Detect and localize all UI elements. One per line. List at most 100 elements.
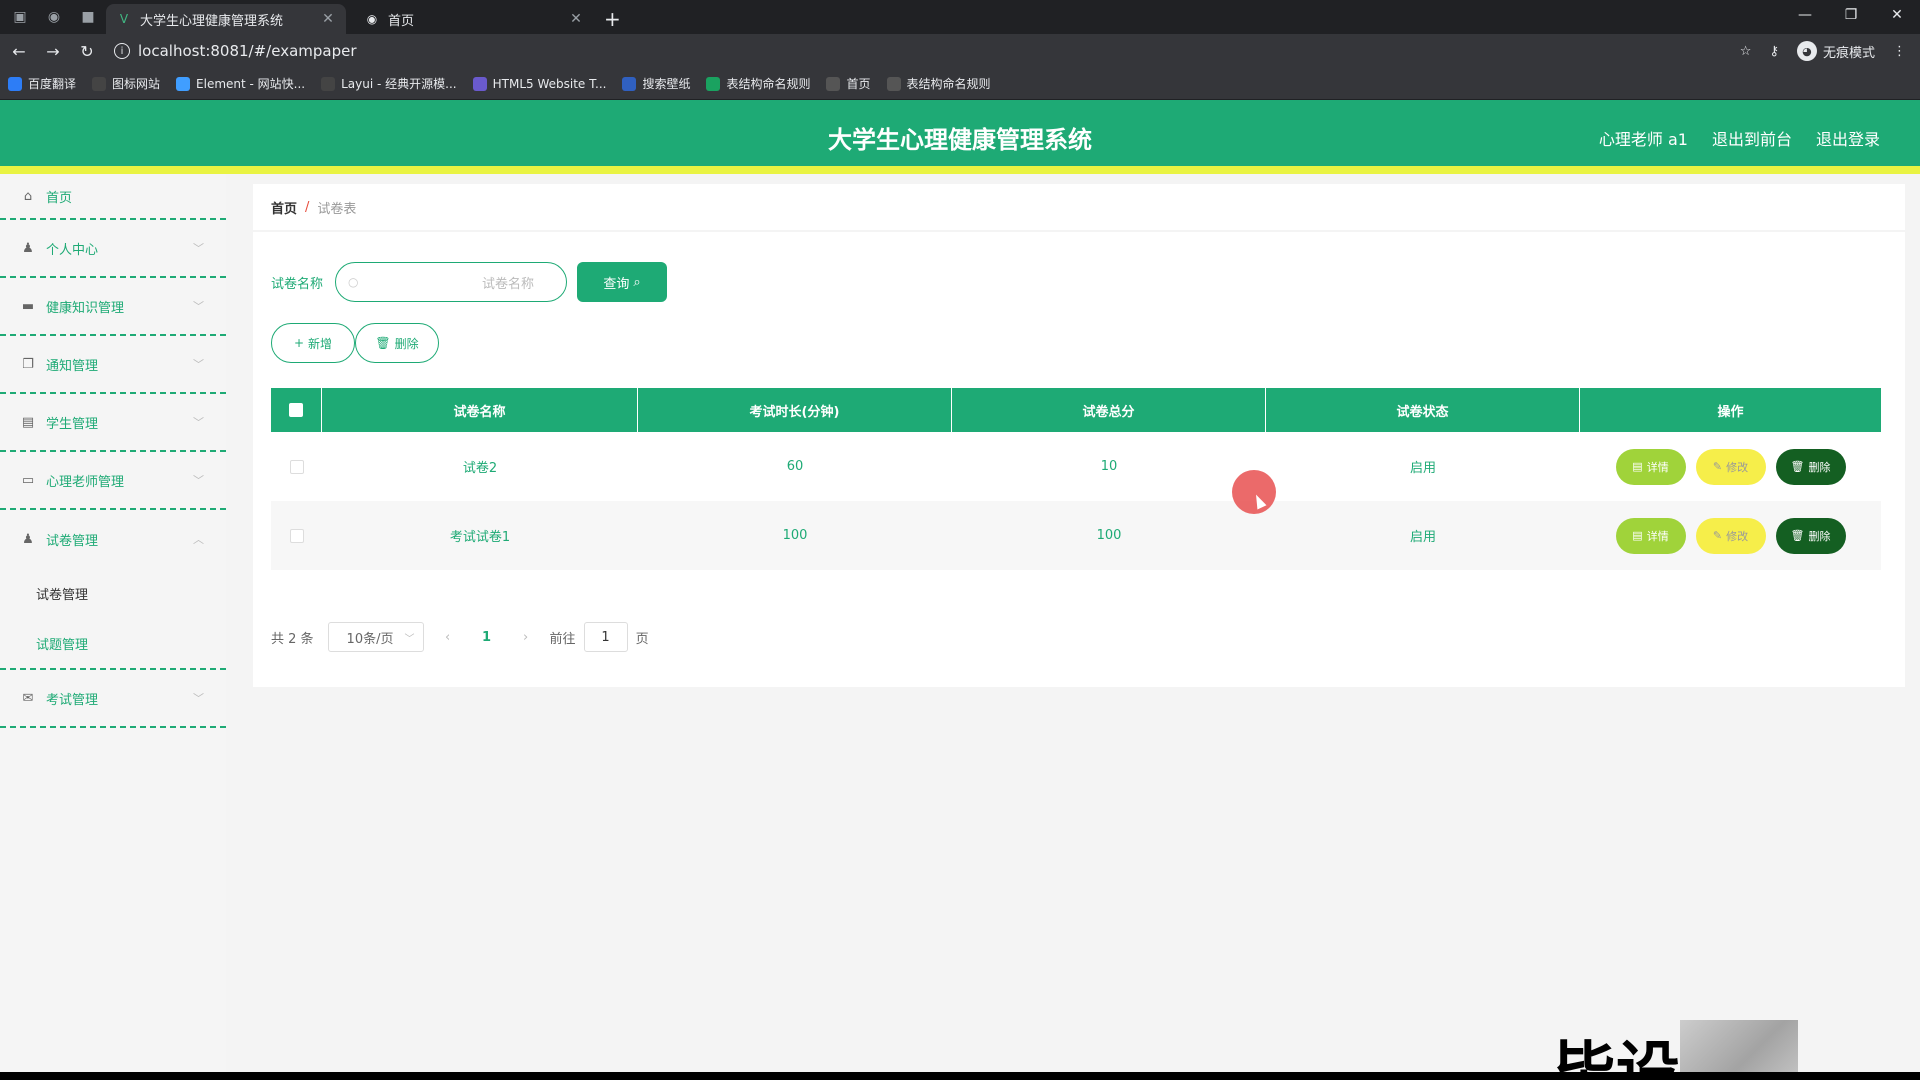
detail-button[interactable]: ▤ 详情 bbox=[1615, 517, 1686, 554]
sidebar-submenu: 试卷管理 试题管理 bbox=[0, 568, 226, 670]
bookmark-label: 搜索壁纸 bbox=[642, 77, 691, 91]
sidebar-item-label: 学生管理 bbox=[46, 416, 99, 432]
sidebar-item-label: 试卷管理 bbox=[46, 533, 99, 549]
bookmark-item[interactable]: 图标网站 bbox=[92, 75, 160, 92]
table-row: 试卷2 60 10 启用 ▤ 详情 ✎ 修改 🗑 删除 bbox=[271, 432, 1881, 501]
close-icon[interactable]: ✕ bbox=[320, 11, 336, 27]
page-number[interactable]: 1 bbox=[472, 630, 502, 645]
logout-link[interactable]: 退出登录 bbox=[1816, 126, 1880, 150]
url-text: localhost:8081/#/exampaper bbox=[138, 42, 357, 60]
key-icon[interactable]: ⚷ bbox=[1769, 44, 1779, 59]
query-button[interactable]: 查询 ⌕ bbox=[577, 262, 668, 302]
plus-icon: + bbox=[293, 336, 305, 350]
copy-icon: ❐ bbox=[22, 356, 34, 372]
watermark-blur bbox=[1680, 1020, 1798, 1072]
calendar-icon[interactable]: ▣ bbox=[10, 7, 30, 27]
edit-button[interactable]: ✎ 修改 bbox=[1695, 448, 1766, 485]
front-link[interactable]: 退出到前台 bbox=[1712, 126, 1792, 150]
chevron-down-icon: ﹀ bbox=[193, 300, 204, 313]
close-icon[interactable]: ✕ bbox=[568, 11, 584, 27]
sidebar-item-papers[interactable]: ♟ 试卷管理 ︿ bbox=[0, 510, 226, 568]
bookmark-item[interactable]: 首页 bbox=[826, 75, 871, 92]
paper-table: 试卷名称 考试时长(分钟) 试卷总分 试卷状态 操作 试卷2 60 10 启用 … bbox=[271, 388, 1881, 570]
column-header: 试卷状态 bbox=[1266, 388, 1580, 432]
cell-status: 启用 bbox=[1409, 530, 1436, 545]
user-icon: ♟ bbox=[22, 240, 34, 256]
bookmark-item[interactable]: 搜索壁纸 bbox=[622, 75, 690, 92]
search-input[interactable]: ○ 试卷名称 bbox=[335, 262, 568, 302]
cell-name: 考试试卷1 bbox=[449, 530, 511, 545]
sidebar-item-label: 通知管理 bbox=[46, 358, 99, 374]
browser-tab[interactable]: ◉ 首页 ✕ bbox=[354, 4, 594, 34]
bookmark-item[interactable]: Layui - 经典开源模... bbox=[321, 75, 457, 92]
globe-icon: ◉ bbox=[366, 12, 378, 26]
detail-label: 详情 bbox=[1646, 460, 1669, 474]
row-checkbox[interactable] bbox=[289, 459, 304, 474]
url-field[interactable]: i localhost:8081/#/exampaper bbox=[108, 37, 1740, 65]
edit-label: 修改 bbox=[1726, 529, 1749, 543]
breadcrumb-home[interactable]: 首页 bbox=[271, 198, 297, 217]
bookmarks-bar: 百度翻译 图标网站 Element - 网站快... Layui - 经典开源模...… bbox=[0, 68, 1920, 100]
bookmark-item[interactable]: HTML5 Website T... bbox=[472, 76, 606, 91]
incognito-label: 无痕模式 bbox=[1822, 45, 1875, 61]
reload-icon[interactable]: ↻ bbox=[72, 42, 102, 61]
new-tab-button[interactable]: + bbox=[604, 4, 621, 34]
delete-label: 删除 bbox=[1808, 529, 1831, 543]
page-size-select[interactable]: 10条/页 ﹀ bbox=[327, 622, 424, 652]
close-window-icon[interactable]: ✕ bbox=[1874, 0, 1920, 30]
browser-tab-active[interactable]: V 大学生心理健康管理系统 ✕ bbox=[106, 4, 346, 34]
breadcrumb: 首页 / 试卷表 bbox=[253, 184, 1905, 230]
sidebar-item-students[interactable]: ▤ 学生管理 ﹀ bbox=[0, 394, 226, 452]
sidebar: ⌂ 首页 ♟ 个人中心 ﹀ ▬ 健康知识管理 ﹀ ❐ 通知管理 ﹀ ▤ 学生管理… bbox=[0, 174, 226, 1072]
chevron-up-icon: ︿ bbox=[193, 533, 204, 546]
delete-button[interactable]: 🗑 删除 bbox=[1775, 517, 1846, 554]
column-header: 考试时长(分钟) bbox=[638, 388, 952, 432]
incognito-indicator[interactable]: ◕ 无痕模式 bbox=[1796, 41, 1875, 61]
bookmark-item[interactable]: 表结构命名规则 bbox=[706, 75, 810, 92]
sidebar-item-teachers[interactable]: ▭ 心理老师管理 ﹀ bbox=[0, 452, 226, 510]
chevron-down-icon: ﹀ bbox=[193, 416, 204, 429]
bookmark-icon bbox=[826, 76, 841, 91]
sidebar-item-notice[interactable]: ❐ 通知管理 ﹀ bbox=[0, 336, 226, 394]
next-page-icon[interactable]: › bbox=[516, 630, 536, 645]
cell-duration: 100 bbox=[782, 528, 808, 543]
select-all-checkbox[interactable] bbox=[289, 403, 303, 417]
forward-icon[interactable]: → bbox=[38, 42, 68, 61]
batch-delete-button[interactable]: 🗑 删除 bbox=[355, 323, 439, 363]
app-root: 大学生心理健康管理系统 心理老师 a1 退出到前台 退出登录 ⌂ 首页 ♟ 个人… bbox=[0, 100, 1920, 1072]
action-row: + 新增 🗑 删除 bbox=[271, 323, 439, 363]
menu-kebab-icon[interactable]: ⋮ bbox=[1893, 44, 1906, 59]
row-checkbox[interactable] bbox=[289, 528, 304, 543]
bookmark-item[interactable]: Element - 网站快... bbox=[176, 75, 305, 92]
bookmark-icon bbox=[622, 76, 637, 91]
sidebar-subitem-papers[interactable]: 试卷管理 bbox=[0, 568, 226, 618]
sidebar-item-label: 心理老师管理 bbox=[46, 474, 125, 490]
edit-button[interactable]: ✎ 修改 bbox=[1695, 517, 1766, 554]
delete-label: 删除 bbox=[1808, 460, 1831, 474]
browser-tab-bar: ▣ ◉ ■ V 大学生心理健康管理系统 ✕ ◉ 首页 ✕ + — ❐ ✕ bbox=[0, 0, 1920, 34]
chevron-down-icon: ﹀ bbox=[193, 242, 204, 255]
goto-input[interactable]: 1 bbox=[583, 622, 628, 652]
sidebar-item-knowledge[interactable]: ▬ 健康知识管理 ﹀ bbox=[0, 278, 226, 336]
sidebar-item-profile[interactable]: ♟ 个人中心 ﹀ bbox=[0, 220, 226, 278]
pager-total: 共 2 条 bbox=[271, 631, 314, 647]
globe-icon[interactable]: ◉ bbox=[44, 7, 64, 27]
sidebar-item-home[interactable]: ⌂ 首页 bbox=[0, 174, 226, 220]
star-icon[interactable]: ☆ bbox=[1740, 44, 1752, 59]
sidebar-item-exams[interactable]: ✉ 考试管理 ﹀ bbox=[0, 670, 226, 728]
restore-icon[interactable]: ❐ bbox=[1828, 0, 1874, 30]
back-icon[interactable]: ← bbox=[4, 42, 34, 61]
bookmark-item[interactable]: 百度翻译 bbox=[8, 75, 76, 92]
minimize-icon[interactable]: — bbox=[1782, 0, 1828, 30]
prev-page-icon[interactable]: ‹ bbox=[438, 630, 458, 645]
bookmark-item[interactable]: 表结构命名规则 bbox=[886, 75, 991, 92]
sidebar-subitem-questions[interactable]: 试题管理 bbox=[0, 618, 226, 668]
delete-label: 删除 bbox=[394, 336, 419, 351]
window-icon[interactable]: ■ bbox=[78, 7, 98, 27]
pencil-icon: ✎ bbox=[1712, 529, 1723, 542]
detail-button[interactable]: ▤ 详情 bbox=[1615, 448, 1686, 485]
delete-button[interactable]: 🗑 删除 bbox=[1775, 448, 1846, 485]
chat-icon: ▭ bbox=[21, 472, 35, 488]
add-button[interactable]: + 新增 bbox=[271, 323, 355, 363]
info-icon[interactable]: i bbox=[114, 43, 130, 59]
